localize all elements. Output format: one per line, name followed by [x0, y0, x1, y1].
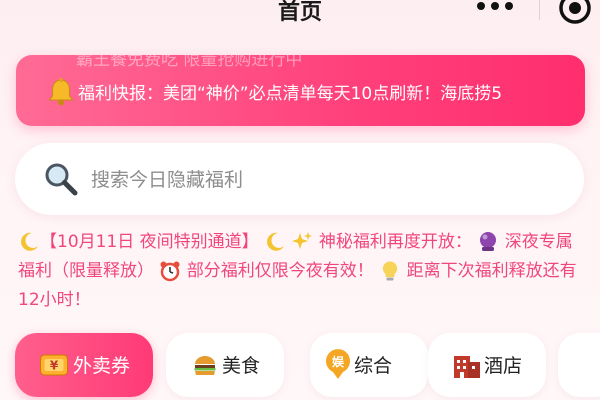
notice-tonight-only: 部分福利仅限今夜有效！: [186, 261, 374, 281]
tab-label: 外卖券: [73, 355, 131, 377]
mini-program-capsule: [465, 0, 600, 28]
ticker-text: 福利快报：美团“神价”必点清单每天10点刷新！海底捞5: [78, 84, 503, 104]
tab-hotel[interactable]: 酒店: [428, 333, 546, 397]
svg-text:娱: 娱: [332, 355, 345, 369]
tab-label: 综合: [354, 355, 393, 377]
coupon-icon: ¥: [40, 354, 68, 376]
light-bulb-icon: [383, 261, 398, 281]
category-tabs: ¥ 外卖券 美食 娱 综合 酒店: [15, 333, 600, 400]
svg-text:¥: ¥: [50, 359, 59, 373]
notice-date-channel: 【10月11日 夜间特别通道】: [40, 232, 259, 252]
tab-general[interactable]: 娱 综合: [310, 333, 428, 397]
crescent-moon-icon: [267, 232, 285, 251]
more-dot-icon: [477, 2, 485, 10]
search-icon: [45, 163, 78, 196]
more-button[interactable]: [465, 0, 525, 28]
more-dot-icon: [505, 2, 513, 10]
ticker-previous-line: 霸王餐免费吃 限量抢购进行中: [76, 55, 303, 70]
crescent-moon-icon: [21, 232, 38, 251]
search-bar[interactable]: [15, 143, 584, 215]
more-dot-icon: [491, 2, 499, 10]
tab-label: 酒店: [484, 355, 523, 377]
news-ticker[interactable]: 霸王餐免费吃 限量抢购进行中 福利快报：美团“神价”必点清单每天10点刷新！海底…: [16, 55, 585, 126]
sparkles-icon: [292, 232, 313, 249]
bell-icon: [48, 78, 74, 106]
nav-bar: 首页: [0, 0, 600, 44]
tab-more-partial[interactable]: [558, 333, 600, 397]
tab-label: 美食: [222, 355, 261, 377]
tab-takeout-coupon[interactable]: ¥ 外卖券: [15, 333, 153, 397]
notice-mystery-open: 神秘福利再度开放：: [318, 232, 472, 252]
crystal-ball-icon: [480, 232, 497, 251]
hotel-icon: [454, 356, 480, 378]
capsule-divider: [539, 0, 540, 20]
search-input[interactable]: [89, 163, 553, 197]
close-target-icon[interactable]: [557, 0, 593, 26]
alarm-clock-icon: [160, 261, 180, 282]
night-notice: 【10月11日 夜间特别通道】 神秘福利再度开放： 深夜专属福利（限量释放） 部…: [18, 228, 586, 315]
burger-icon: [194, 356, 216, 375]
tab-food[interactable]: 美食: [166, 333, 284, 397]
yu-badge-icon: 娱: [326, 349, 350, 379]
